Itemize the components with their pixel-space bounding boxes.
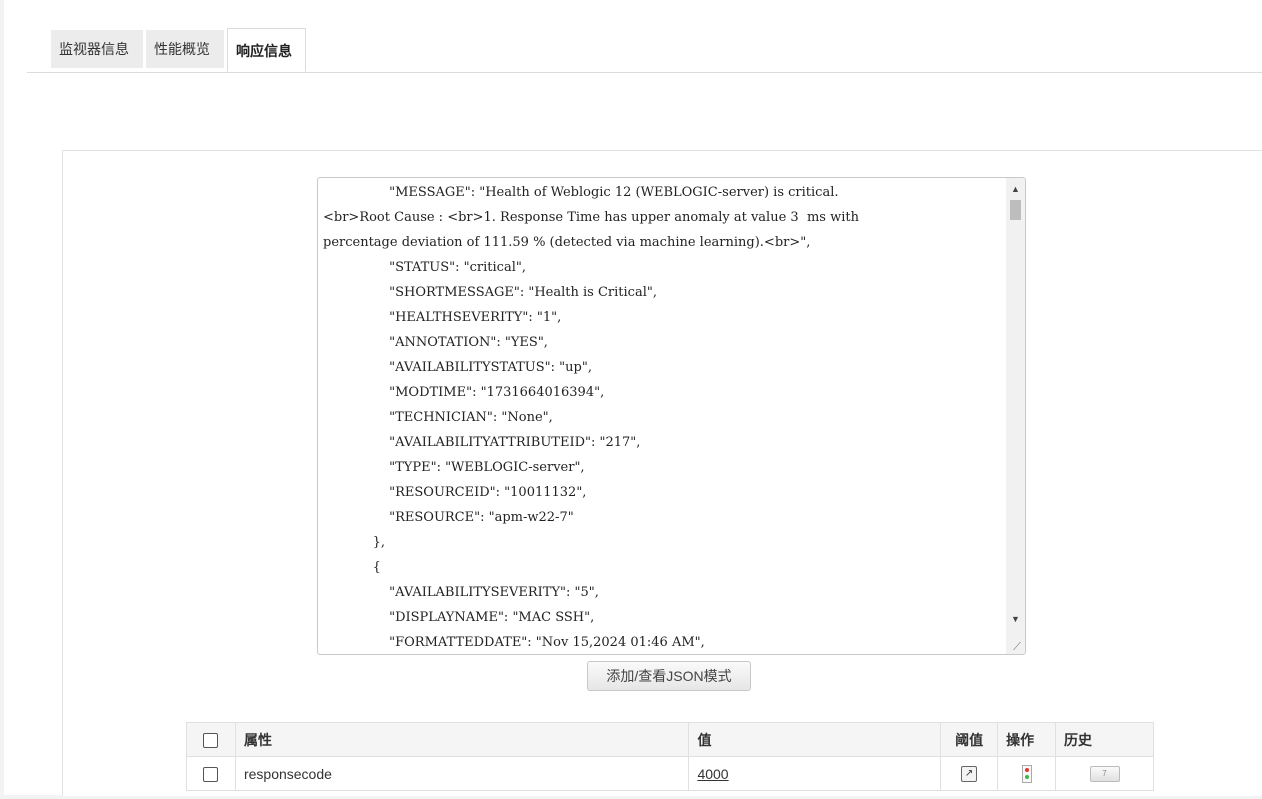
threshold-link-icon[interactable]: ↗: [961, 766, 978, 783]
tab-response-info[interactable]: 响应信息: [227, 28, 306, 72]
attribute-table: 属性 值 阈值 操作 历史 responsecode 4000 ↗ 7: [186, 722, 1154, 791]
json-line: "TECHNICIAN": "None",: [323, 410, 553, 425]
json-line: "TYPE": "WEBLOGIC-server",: [323, 460, 585, 475]
header-value: 值: [688, 722, 942, 757]
table-row: responsecode 4000 ↗ 7: [186, 756, 1154, 791]
json-line: "AVAILABILITYATTRIBUTEID": "217",: [323, 435, 641, 450]
page: 监视器信息 性能概览 响应信息 "MESSAGE": "Health of We…: [4, 0, 1262, 796]
scroll-up-arrow-icon[interactable]: ▲: [1006, 181, 1025, 197]
scroll-down-arrow-icon[interactable]: ▼: [1006, 611, 1025, 627]
tab-performance-overview[interactable]: 性能概览: [146, 30, 224, 68]
json-line: "MESSAGE": "Health of Weblogic 12 (WEBLO…: [323, 185, 839, 200]
json-line: "RESOURCEID": "10011132",: [323, 485, 587, 500]
json-line: "FORMATTEDDATE": "Nov 15,2024 01:46 AM",: [323, 635, 705, 650]
threshold-cell: ↗: [940, 756, 999, 791]
json-response-text: "MESSAGE": "Health of Weblogic 12 (WEBLO…: [323, 180, 1003, 654]
resize-grip-icon[interactable]: ⟋: [1011, 641, 1023, 653]
table-header-row: 属性 值 阈值 操作 历史: [186, 722, 1154, 757]
json-line: "STATUS": "critical",: [323, 260, 526, 275]
header-action: 操作: [997, 722, 1057, 757]
row-select-cell: [186, 756, 236, 791]
json-line: "HEALTHSEVERITY": "1",: [323, 310, 562, 325]
action-cell: [997, 756, 1057, 791]
add-view-json-mode-button[interactable]: 添加/查看JSON模式: [587, 661, 751, 691]
traffic-light-icon[interactable]: [1021, 764, 1032, 783]
json-line: percentage deviation of 111.59 % (detect…: [323, 235, 811, 250]
attribute-name: responsecode: [234, 756, 690, 791]
value-cell: 4000: [688, 756, 942, 791]
select-all-cell: [186, 722, 236, 757]
json-line: <br>Root Cause : <br>1. Response Time ha…: [323, 210, 859, 225]
json-line: "MODTIME": "1731664016394",: [323, 385, 605, 400]
row-checkbox[interactable]: [203, 766, 219, 782]
scrollbar-thumb[interactable]: [1010, 200, 1021, 220]
header-history: 历史: [1055, 722, 1154, 757]
history-icon[interactable]: 7: [1089, 766, 1120, 783]
json-response-textarea[interactable]: "MESSAGE": "Health of Weblogic 12 (WEBLO…: [317, 177, 1026, 655]
json-line: "AVAILABILITYSEVERITY": "5",: [323, 585, 599, 600]
vertical-scrollbar[interactable]: ▲ ▼: [1006, 178, 1025, 654]
header-threshold: 阈值: [940, 722, 999, 757]
header-attribute: 属性: [234, 722, 690, 757]
tab-bar: 监视器信息 性能概览 响应信息: [27, 0, 1262, 73]
json-line: {: [323, 560, 381, 575]
select-all-checkbox[interactable]: [203, 732, 219, 748]
json-line: },: [323, 535, 385, 550]
json-line: "DISPLAYNAME": "MAC SSH",: [323, 610, 595, 625]
json-line: "ANNOTATION": "YES",: [323, 335, 548, 350]
value-link[interactable]: 4000: [697, 766, 728, 782]
json-line: "AVAILABILITYSTATUS": "up",: [323, 360, 592, 375]
json-line: "RESOURCE": "apm-w22-7": [323, 510, 574, 525]
response-panel: "MESSAGE": "Health of Weblogic 12 (WEBLO…: [62, 150, 1262, 796]
json-line: "SHORTMESSAGE": "Health is Critical",: [323, 285, 657, 300]
history-cell: 7: [1055, 756, 1154, 791]
tab-monitor-info[interactable]: 监视器信息: [51, 30, 143, 68]
